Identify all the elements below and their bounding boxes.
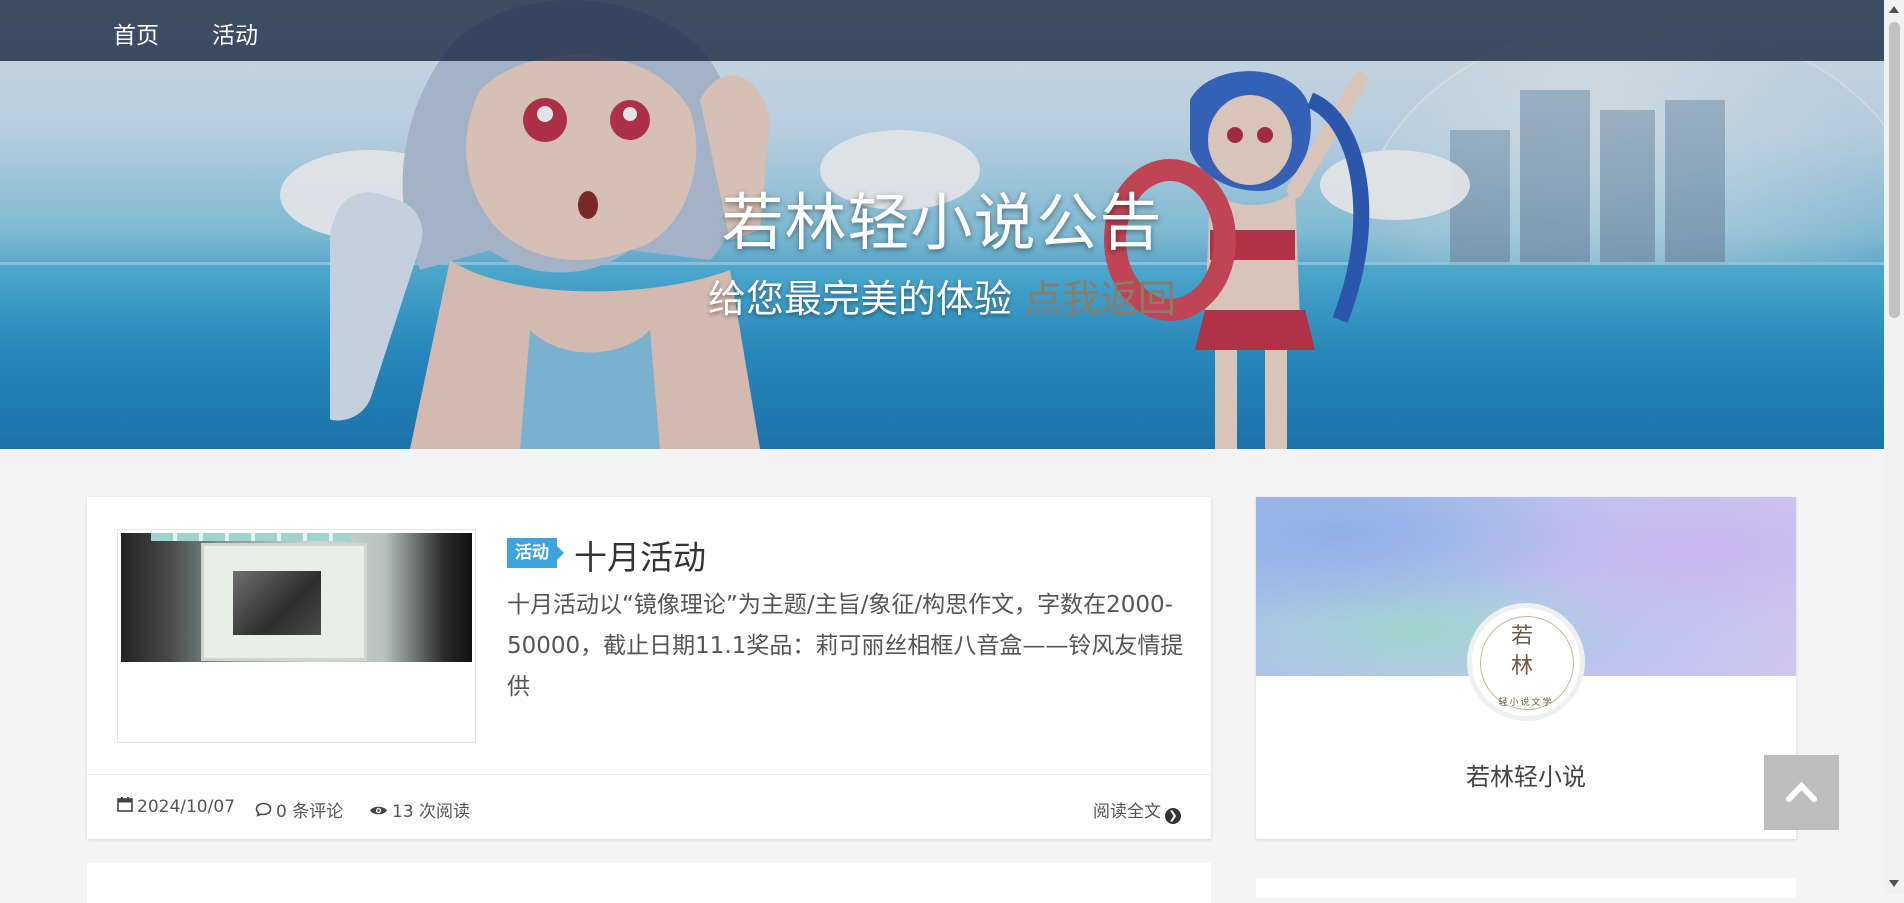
thumbnail-detail <box>233 571 321 635</box>
post-date-text: 2024/10/07 <box>137 797 235 817</box>
hero-subtitle: 给您最完美的体验 点我返回 <box>0 268 1884 323</box>
post-date: 2024/10/07 <box>117 797 235 817</box>
post-comments-text: 0 条评论 <box>276 802 344 822</box>
read-more-label: 阅读全文 <box>1093 802 1161 822</box>
eye-icon <box>370 806 387 815</box>
back-link[interactable]: 点我返回 <box>1024 277 1176 321</box>
next-post-card <box>87 863 1211 903</box>
site-profile-card: 若林 轻小说文学 若林轻小说 <box>1256 497 1796 839</box>
scroll-up-arrow-icon[interactable] <box>1889 6 1899 13</box>
hero-title: 若林轻小说公告 <box>721 186 1163 259</box>
post-card: 活动 十月活动 十月活动以“镜像理论”为主题/主旨/象征/构思作文，字数在200… <box>87 497 1211 839</box>
chevron-right-circle-icon: ❯ <box>1165 808 1181 824</box>
post-comments[interactable]: 0 条评论 <box>255 797 343 822</box>
post-thumbnail[interactable] <box>121 533 472 662</box>
next-sidebar-card <box>1256 878 1796 898</box>
hero-subtitle-text: 给您最完美的体验 <box>707 277 1012 321</box>
thumbnail-detail <box>151 533 351 541</box>
post-views-text: 13 次阅读 <box>392 802 471 822</box>
comment-icon <box>255 802 272 817</box>
logo-chars: 若林 <box>1510 624 1533 679</box>
post-excerpt: 十月活动以“镜像理论”为主题/主旨/象征/构思作文，字数在2000-50000，… <box>507 592 1184 700</box>
calendar-icon <box>117 797 133 812</box>
scrollbar-thumb[interactable] <box>1889 22 1900 318</box>
logo-subtext: 轻小说文学 <box>1498 698 1554 708</box>
category-tag[interactable]: 活动 <box>507 538 564 568</box>
post-title[interactable]: 十月活动 <box>574 531 706 579</box>
post-meta: 2024/10/07 0 条评论 13 次阅读 阅读全文 ❯ <box>87 774 1211 840</box>
post-thumbnail-frame[interactable] <box>117 529 476 743</box>
nav-item-activity[interactable]: 活动 <box>212 16 258 50</box>
site-name: 若林轻小说 <box>1466 763 1586 791</box>
read-more-link[interactable]: 阅读全文 ❯ <box>1093 797 1181 824</box>
scroll-down-arrow-icon[interactable] <box>1889 880 1899 887</box>
site-logo-avatar[interactable]: 若林 轻小说文学 <box>1467 603 1585 721</box>
post-views: 13 次阅读 <box>369 797 470 822</box>
page-scrollbar[interactable] <box>1884 0 1904 894</box>
top-navigation: 首页 活动 <box>0 0 1884 61</box>
back-to-top-button[interactable] <box>1764 755 1839 830</box>
nav-item-home[interactable]: 首页 <box>113 16 159 50</box>
chevron-up-icon <box>1786 781 1817 802</box>
hero-banner: 若林轻小说公告 给您最完美的体验 点我返回 <box>0 0 1884 449</box>
